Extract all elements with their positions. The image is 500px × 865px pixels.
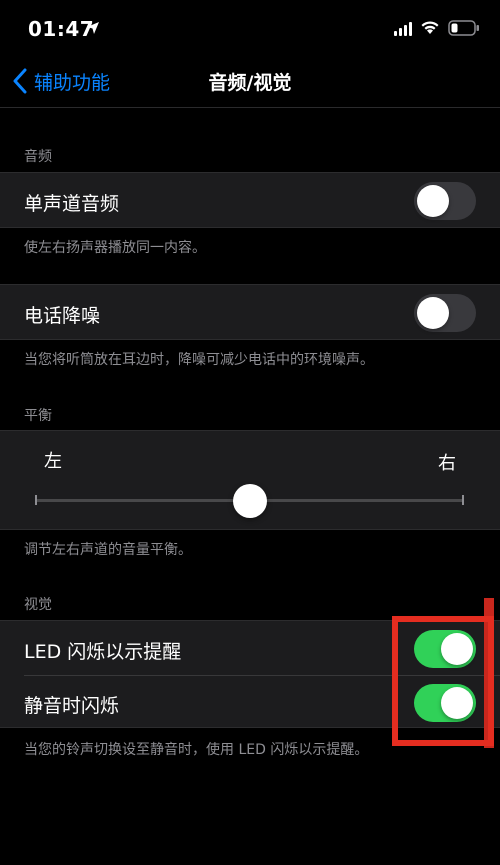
mono-audio-label: 单声道音频	[24, 193, 120, 215]
location-arrow-icon	[87, 22, 99, 34]
balance-right-label: 右	[438, 453, 456, 474]
visual-group: LED 闪烁以示提醒 静音时闪烁	[0, 620, 500, 728]
balance-row: 左 右	[0, 430, 500, 530]
toggle-knob	[441, 687, 473, 719]
balance-left-label: 左	[44, 451, 62, 472]
led-flash-toggle[interactable]	[414, 630, 476, 668]
visual-footer: 当您的铃声切换设至静音时，使用 LED 闪烁以示提醒。	[24, 742, 369, 758]
section-header-audio: 音频	[24, 149, 52, 165]
noise-cancel-toggle[interactable]	[414, 294, 476, 332]
row-divider	[24, 675, 500, 676]
section-header-balance: 平衡	[24, 408, 52, 424]
toggle-knob	[417, 185, 449, 217]
chevron-left-icon	[13, 68, 27, 94]
section-header-visual: 视觉	[24, 597, 52, 613]
battery-icon	[448, 20, 479, 36]
flash-silent-label: 静音时闪烁	[24, 695, 120, 717]
balance-footer: 调节左右声道的音量平衡。	[24, 542, 192, 558]
wifi-icon	[421, 21, 439, 34]
slider-left-cap	[35, 495, 37, 505]
mono-audio-row: 单声道音频	[0, 172, 500, 228]
mono-audio-footer: 使左右扬声器播放同一内容。	[24, 240, 206, 256]
noise-cancel-label: 电话降噪	[24, 305, 101, 327]
mono-audio-toggle[interactable]	[414, 182, 476, 220]
status-time: 01:47	[28, 17, 95, 41]
back-button[interactable]: 辅助功能	[12, 64, 110, 98]
slider-right-cap	[462, 495, 464, 505]
balance-slider-knob[interactable]	[233, 484, 267, 518]
navigation-bar: 音频/视觉 辅助功能	[0, 56, 500, 108]
signal-icon	[394, 22, 412, 36]
toggle-knob	[441, 633, 473, 665]
flash-silent-toggle[interactable]	[414, 684, 476, 722]
status-bar: 01:47	[0, 0, 500, 56]
back-button-label: 辅助功能	[34, 71, 111, 94]
toggle-knob	[417, 297, 449, 329]
noise-cancel-footer: 当您将听筒放在耳边时，降噪可减少电话中的环境噪声。	[24, 352, 374, 368]
noise-cancel-row: 电话降噪	[0, 284, 500, 340]
led-flash-label: LED 闪烁以示提醒	[24, 641, 182, 663]
